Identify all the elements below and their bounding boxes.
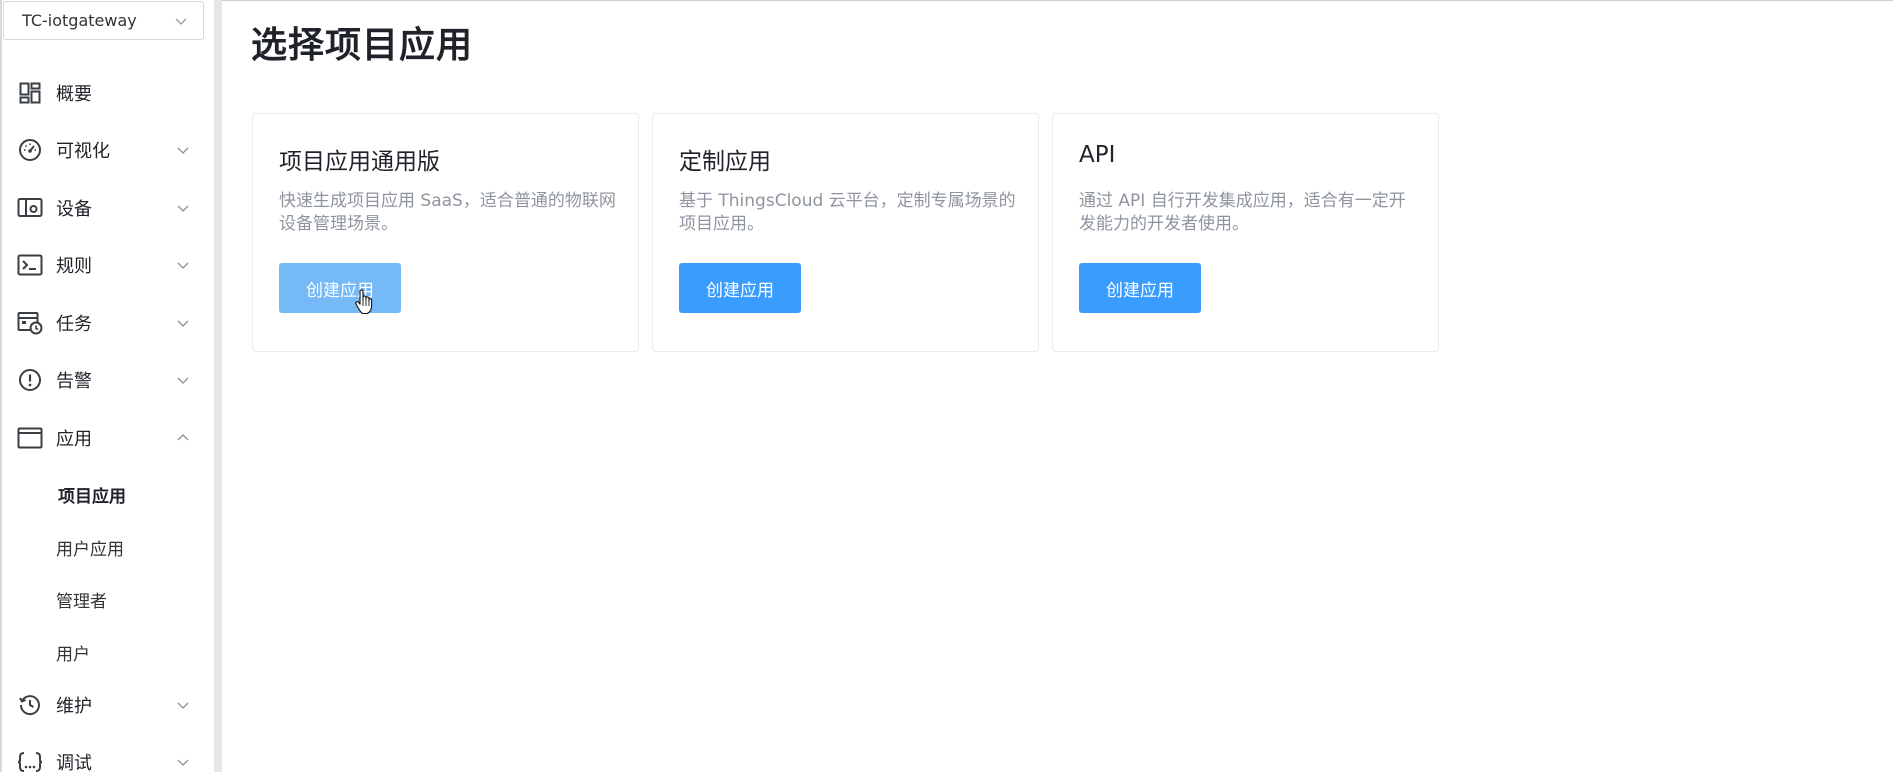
sidebar-item-visualization[interactable]: 可视化 [2, 126, 216, 174]
sidebar-item-tasks[interactable]: 任务 [2, 299, 216, 347]
sidebar-subitem-users[interactable]: 用户 [2, 632, 216, 672]
code-braces-icon [16, 748, 44, 772]
sidebar-item-label: 任务 [56, 314, 92, 335]
app-card-api: API 通过 API 自行开发集成应用，适合有一定开发能力的开发者使用。 创建应… [1052, 113, 1439, 352]
sidebar-subitem-project-apps[interactable]: 项目应用 [2, 474, 216, 514]
chevron-down-icon [177, 377, 189, 384]
card-description: 基于 ThingsCloud 云平台，定制专属场景的项目应用。 [679, 191, 1016, 234]
app-card-generic: 项目应用通用版 快速生成项目应用 SaaS，适合普通的物联网设备管理场景。 创建… [252, 113, 639, 352]
card-title: 项目应用通用版 [279, 149, 440, 175]
create-app-button[interactable]: 创建应用 [279, 263, 401, 313]
chevron-down-icon [177, 320, 189, 327]
sidebar-item-apps[interactable]: 应用 [2, 414, 216, 462]
card-title: API [1079, 142, 1116, 168]
sidebar-item-overview[interactable]: 概要 [2, 69, 216, 117]
sidebar-item-label: 设备 [56, 199, 92, 220]
page-title: 选择项目应用 [251, 25, 474, 66]
chevron-down-icon [175, 18, 187, 25]
sidebar-item-debug[interactable]: 调试 [2, 738, 216, 772]
app-card-custom: 定制应用 基于 ThingsCloud 云平台，定制专属场景的项目应用。 创建应… [652, 113, 1039, 352]
gauge-icon [16, 136, 44, 164]
sidebar-item-label: 规则 [56, 256, 92, 277]
sidebar-item-alerts[interactable]: 告警 [2, 356, 216, 404]
app-root: TC-iotgateway 概要 可视化 设备 规则 任务 告警 应用 项目应用… [0, 0, 1893, 772]
sidebar-subitem-label: 用户 [56, 644, 90, 665]
terminal-icon [16, 251, 44, 279]
sidebar-item-devices[interactable]: 设备 [2, 184, 216, 232]
create-app-button[interactable]: 创建应用 [1079, 263, 1201, 313]
dashboard-grid-icon [16, 79, 44, 107]
sidebar-item-label: 调试 [56, 753, 92, 772]
project-select-value: TC-iotgateway [22, 11, 137, 30]
chevron-down-icon [177, 262, 189, 269]
sidebar-item-maintenance[interactable]: 维护 [2, 681, 216, 729]
chevron-up-icon [177, 434, 189, 441]
chevron-down-icon [177, 702, 189, 709]
sidebar-item-label: 可视化 [56, 141, 110, 162]
top-divider [222, 0, 1893, 1]
sidebar-subitem-user-apps[interactable]: 用户应用 [2, 527, 216, 567]
sidebar-item-label: 应用 [56, 429, 92, 450]
project-select[interactable]: TC-iotgateway [3, 1, 204, 40]
sidebar-item-label: 概要 [56, 84, 92, 105]
sidebar-subitem-label: 项目应用 [58, 486, 126, 507]
calendar-clock-icon [16, 309, 44, 337]
sidebar-item-rules[interactable]: 规则 [2, 241, 216, 289]
chevron-down-icon [177, 759, 189, 766]
chevron-down-icon [177, 205, 189, 212]
window-icon [16, 424, 44, 452]
history-clock-icon [16, 691, 44, 719]
card-description: 快速生成项目应用 SaaS，适合普通的物联网设备管理场景。 [279, 191, 616, 234]
sidebar-item-label: 告警 [56, 371, 92, 392]
alert-circle-icon [16, 366, 44, 394]
sidebar-subitem-label: 管理者 [56, 591, 107, 612]
create-app-button[interactable]: 创建应用 [679, 263, 801, 313]
sidebar-subitem-managers[interactable]: 管理者 [2, 579, 216, 619]
sidebar: TC-iotgateway 概要 可视化 设备 规则 任务 告警 应用 项目应用… [0, 0, 214, 772]
sidebar-item-label: 维护 [56, 696, 92, 717]
card-title: 定制应用 [679, 149, 771, 175]
sidebar-subitem-label: 用户应用 [56, 539, 124, 560]
device-icon [16, 194, 44, 222]
card-description: 通过 API 自行开发集成应用，适合有一定开发能力的开发者使用。 [1079, 191, 1406, 234]
sidebar-resize-handle[interactable] [214, 0, 222, 772]
chevron-down-icon [177, 147, 189, 154]
